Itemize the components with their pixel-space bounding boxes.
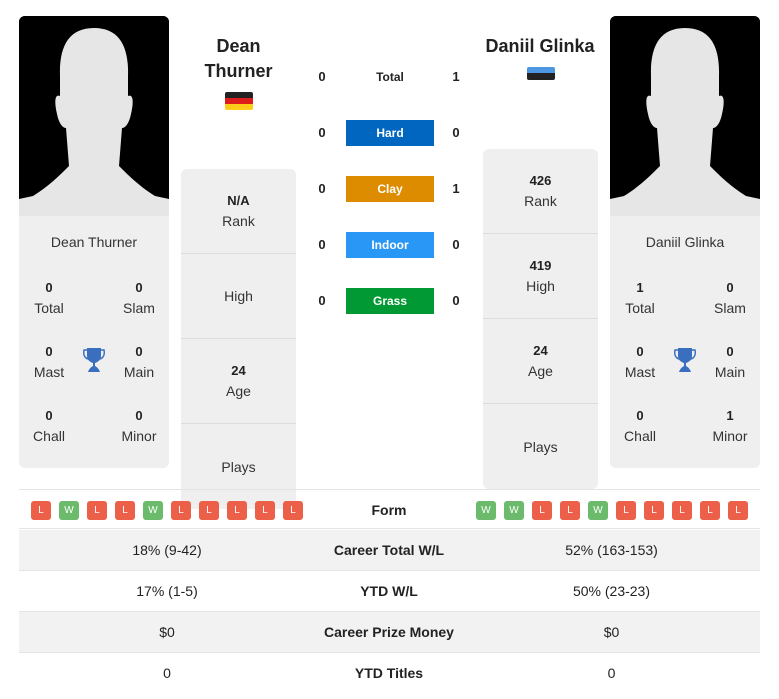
form-row: LWLLWLLLLL Form WWLLWLLLLL [19,489,760,529]
stat-row-career-wl: 18% (9-42) Career Total W/L 52% (163-153) [19,530,760,571]
form-loss-badge[interactable]: L [728,501,748,520]
age-cell: 24 Age [181,339,296,424]
titles-chall: 0 Chall [624,408,656,444]
form-loss-badge[interactable]: L [199,501,219,520]
form-label: Form [371,502,407,518]
rank-cell: N/A Rank [181,169,296,254]
titles-chall: 0 Chall [33,408,65,444]
plays-cell: Plays [523,438,558,455]
player-card-name: Dean Thurner [50,234,138,250]
info-column-left: N/A Rank High 24 Age Plays [181,169,296,509]
form-loss-badge[interactable]: L [171,501,191,520]
player-card-left: Dean Thurner 0 Total 0 Slam 0 Mast 0 Main 0C… [19,216,169,468]
player-photo-right [610,16,760,216]
rank-cell: 426 Rank [483,149,598,234]
form-loss-badge[interactable]: L [672,501,692,520]
form-loss-badge[interactable]: L [31,501,51,520]
player-card-right: Daniil Glinka 1 Total 0 Slam 0 Mast 0 Main 0… [610,216,760,468]
age-cell: 24 Age [483,319,598,404]
titles-main: 0 Main [714,344,746,380]
form-win-badge[interactable]: W [59,501,79,520]
form-loss-badge[interactable]: L [227,501,247,520]
form-loss-badge[interactable]: L [616,501,636,520]
titles-mast: 0 Mast [624,344,656,380]
titles-minor: 1 Minor [712,408,748,444]
germany-flag-icon [225,92,253,110]
form-badges-left: LWLLWLLLLL [31,501,303,520]
surface-total-label: Total [376,70,404,84]
stat-row-ytd-wl: 17% (1-5) YTD W/L 50% (23-23) [19,571,760,612]
titles-slam: 0 Slam [123,280,155,316]
h2h-row-total: 0 Total 1 [300,64,480,90]
high-cell: High [181,254,296,339]
stat-row-ytd-titles: 0 YTD Titles 0 [163,665,616,681]
form-win-badge[interactable]: W [143,501,163,520]
form-loss-badge[interactable]: L [115,501,135,520]
form-badges-right: WWLLWLLLLL [476,501,748,520]
estonia-flag-icon [527,67,555,80]
titles-slam: 0 Slam [714,280,746,316]
form-win-badge[interactable]: W [504,501,524,520]
h2h-row-hard: 0 Hard 0 [300,120,480,146]
form-loss-badge[interactable]: L [532,501,552,520]
player-name-right[interactable]: Daniil Glinka [470,34,610,59]
surface-hard-badge[interactable]: Hard [346,120,434,146]
surface-grass-badge[interactable]: Grass [346,288,434,314]
form-loss-badge[interactable]: L [644,501,664,520]
silhouette-icon [19,16,169,216]
titles-mast: 0 Mast [33,344,65,380]
form-loss-badge[interactable]: L [87,501,107,520]
stat-row-prize-money: $0 Career Prize Money $0 [19,612,760,653]
titles-total: 1 Total [625,280,655,316]
high-cell: 419 High [483,234,598,319]
info-column-right: 426 Rank 419 High 24 Age Plays [483,149,598,489]
trophy-icon [82,347,106,373]
player-name-left[interactable]: Dean Thurner [181,34,296,84]
form-loss-badge[interactable]: L [283,501,303,520]
form-loss-badge[interactable]: L [255,501,275,520]
h2h-row-clay: 0 Clay 1 [300,176,480,202]
h2h-row-indoor: 0 Indoor 0 [300,232,480,258]
surface-indoor-badge[interactable]: Indoor [346,232,434,258]
form-loss-badge[interactable]: L [700,501,720,520]
titles-total: 0 Total [34,280,64,316]
player-card-name: Daniil Glinka [645,234,725,250]
form-loss-badge[interactable]: L [560,501,580,520]
surface-clay-badge[interactable]: Clay [346,176,434,202]
silhouette-icon [610,16,760,216]
trophy-icon [673,347,697,373]
h2h-row-grass: 0 Grass 0 [300,288,480,314]
form-win-badge[interactable]: W [476,501,496,520]
titles-main: 0 Main [123,344,155,380]
player-photo-left [19,16,169,216]
titles-minor: 0 Minor [121,408,157,444]
form-win-badge[interactable]: W [588,501,608,520]
